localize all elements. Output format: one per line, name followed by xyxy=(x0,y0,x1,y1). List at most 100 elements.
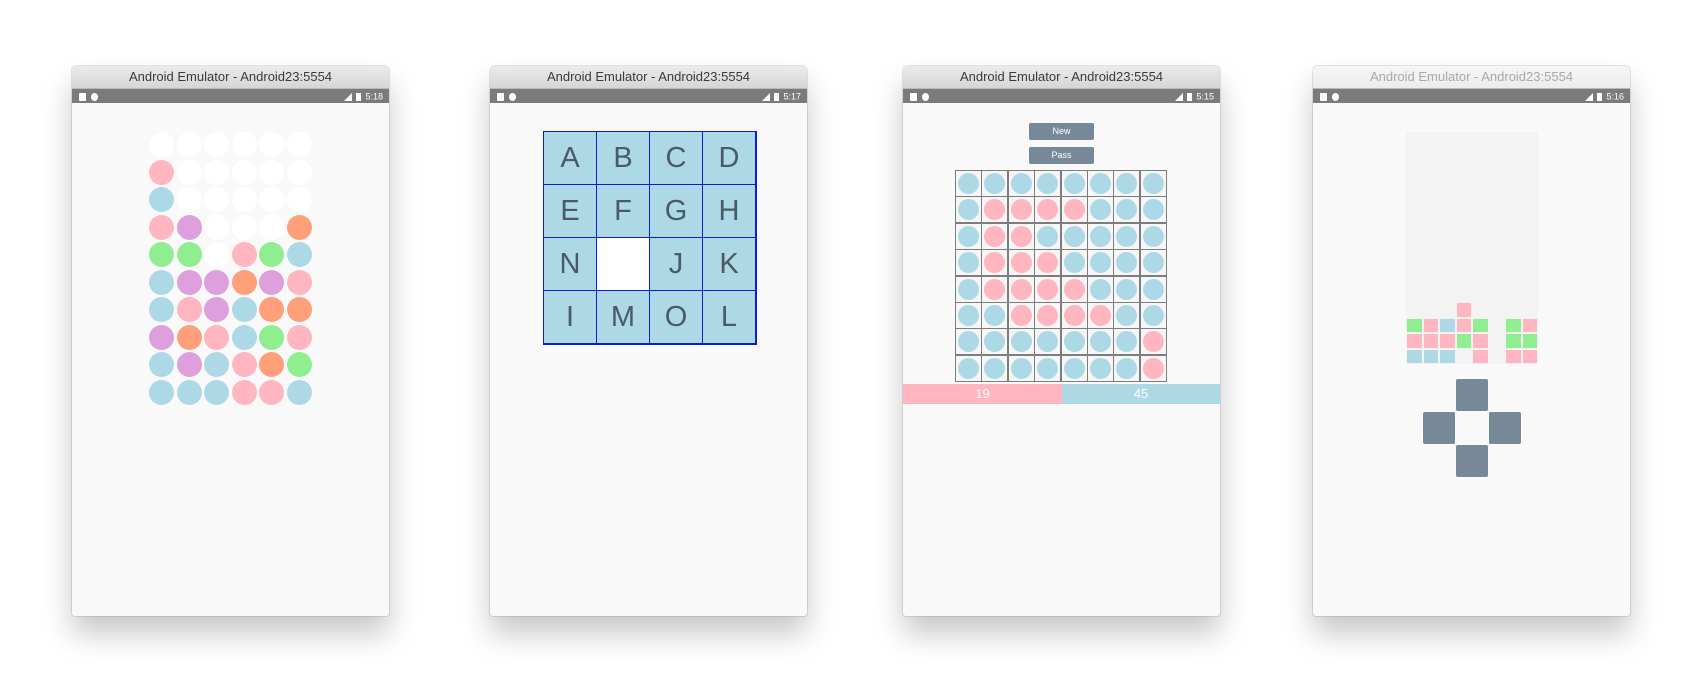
board-cell[interactable] xyxy=(1088,223,1113,249)
bubble[interactable] xyxy=(231,214,257,240)
board-cell[interactable] xyxy=(1114,329,1140,355)
bubble[interactable] xyxy=(231,187,257,212)
board-cell[interactable] xyxy=(1140,329,1166,355)
board-cell[interactable] xyxy=(956,171,981,196)
board-cell[interactable] xyxy=(1035,276,1061,302)
puzzle-tile[interactable]: C xyxy=(650,132,702,184)
board-cell[interactable] xyxy=(1088,197,1113,223)
board-cell[interactable] xyxy=(1035,355,1061,381)
bubble[interactable] xyxy=(204,159,229,185)
bubble[interactable] xyxy=(259,159,284,185)
board-cell[interactable] xyxy=(1061,355,1087,381)
board-cell[interactable] xyxy=(1140,223,1166,249)
board-cell[interactable] xyxy=(1008,329,1034,355)
board-cell[interactable] xyxy=(1008,223,1034,249)
bubble[interactable] xyxy=(176,132,202,157)
board-cell[interactable] xyxy=(1088,250,1113,276)
board-cell[interactable] xyxy=(1114,171,1140,196)
board-cell[interactable] xyxy=(1140,197,1166,223)
bubble[interactable] xyxy=(149,187,174,212)
board-cell[interactable] xyxy=(1008,303,1034,328)
bubble[interactable] xyxy=(149,269,174,295)
bubble[interactable] xyxy=(286,214,312,240)
bubble[interactable] xyxy=(231,132,257,157)
bubble[interactable] xyxy=(204,379,229,405)
bubble[interactable] xyxy=(231,269,257,295)
bubble[interactable] xyxy=(286,324,312,350)
bubble[interactable] xyxy=(259,132,284,157)
board-cell[interactable] xyxy=(956,329,981,355)
bubble[interactable] xyxy=(259,214,284,240)
bubble[interactable] xyxy=(286,187,312,212)
bubble[interactable] xyxy=(176,352,202,377)
board-cell[interactable] xyxy=(1114,355,1140,381)
board-cell[interactable] xyxy=(956,355,981,381)
board-cell[interactable] xyxy=(1114,250,1140,276)
bubble[interactable] xyxy=(286,269,312,295)
bubble[interactable] xyxy=(176,214,202,240)
new-game-button[interactable]: New xyxy=(1029,123,1094,140)
board-cell[interactable] xyxy=(1088,355,1113,381)
board-cell[interactable] xyxy=(1035,250,1061,276)
board-cell[interactable] xyxy=(1140,355,1166,381)
board-cell[interactable] xyxy=(1008,355,1034,381)
bubble[interactable] xyxy=(286,352,312,377)
bubble[interactable] xyxy=(149,297,174,322)
board-cell[interactable] xyxy=(1061,329,1087,355)
bubble[interactable] xyxy=(176,187,202,212)
puzzle-empty-slot[interactable] xyxy=(597,238,649,290)
board-cell[interactable] xyxy=(1140,276,1166,302)
board-cell[interactable] xyxy=(1035,223,1061,249)
bubble[interactable] xyxy=(204,187,229,212)
board-cell[interactable] xyxy=(1008,276,1034,302)
bubble[interactable] xyxy=(286,132,312,157)
bubble[interactable] xyxy=(149,214,174,240)
bubble[interactable] xyxy=(259,324,284,350)
board-cell[interactable] xyxy=(1140,303,1166,328)
puzzle-tile[interactable]: O xyxy=(650,291,702,343)
board-cell[interactable] xyxy=(982,223,1008,249)
board-cell[interactable] xyxy=(1114,197,1140,223)
bubble[interactable] xyxy=(259,187,284,212)
bubble[interactable] xyxy=(149,379,174,405)
board-cell[interactable] xyxy=(982,171,1008,196)
bubble[interactable] xyxy=(204,297,229,322)
pass-button[interactable]: Pass xyxy=(1029,147,1094,164)
puzzle-tile[interactable]: J xyxy=(650,238,702,290)
bubble[interactable] xyxy=(259,379,284,405)
rotate-button[interactable] xyxy=(1456,379,1488,411)
board-cell[interactable] xyxy=(1114,303,1140,328)
board-cell[interactable] xyxy=(982,329,1008,355)
board-cell[interactable] xyxy=(982,197,1008,223)
board-cell[interactable] xyxy=(1035,303,1061,328)
board-cell[interactable] xyxy=(982,355,1008,381)
board-cell[interactable] xyxy=(1088,329,1113,355)
bubble[interactable] xyxy=(286,297,312,322)
puzzle-tile[interactable]: L xyxy=(703,291,755,343)
board-cell[interactable] xyxy=(1035,329,1061,355)
bubble[interactable] xyxy=(231,242,257,267)
board-cell[interactable] xyxy=(1035,197,1061,223)
bubble[interactable] xyxy=(259,269,284,295)
board-cell[interactable] xyxy=(956,223,981,249)
board-cell[interactable] xyxy=(956,250,981,276)
board-cell[interactable] xyxy=(1088,171,1113,196)
puzzle-tile[interactable]: M xyxy=(597,291,649,343)
puzzle-tile[interactable]: N xyxy=(544,238,596,290)
board-cell[interactable] xyxy=(1140,171,1166,196)
bubble[interactable] xyxy=(176,242,202,267)
bubble[interactable] xyxy=(259,242,284,267)
puzzle-tile[interactable]: H xyxy=(703,185,755,237)
board-cell[interactable] xyxy=(982,250,1008,276)
puzzle-tile[interactable]: E xyxy=(544,185,596,237)
move-right-button[interactable] xyxy=(1489,412,1521,444)
bubble[interactable] xyxy=(231,297,257,322)
board-cell[interactable] xyxy=(1008,250,1034,276)
board-cell[interactable] xyxy=(982,303,1008,328)
bubble[interactable] xyxy=(149,324,174,350)
bubble[interactable] xyxy=(204,352,229,377)
bubble[interactable] xyxy=(231,352,257,377)
board-cell[interactable] xyxy=(1088,276,1113,302)
bubble[interactable] xyxy=(204,242,229,267)
puzzle-tile[interactable]: K xyxy=(703,238,755,290)
